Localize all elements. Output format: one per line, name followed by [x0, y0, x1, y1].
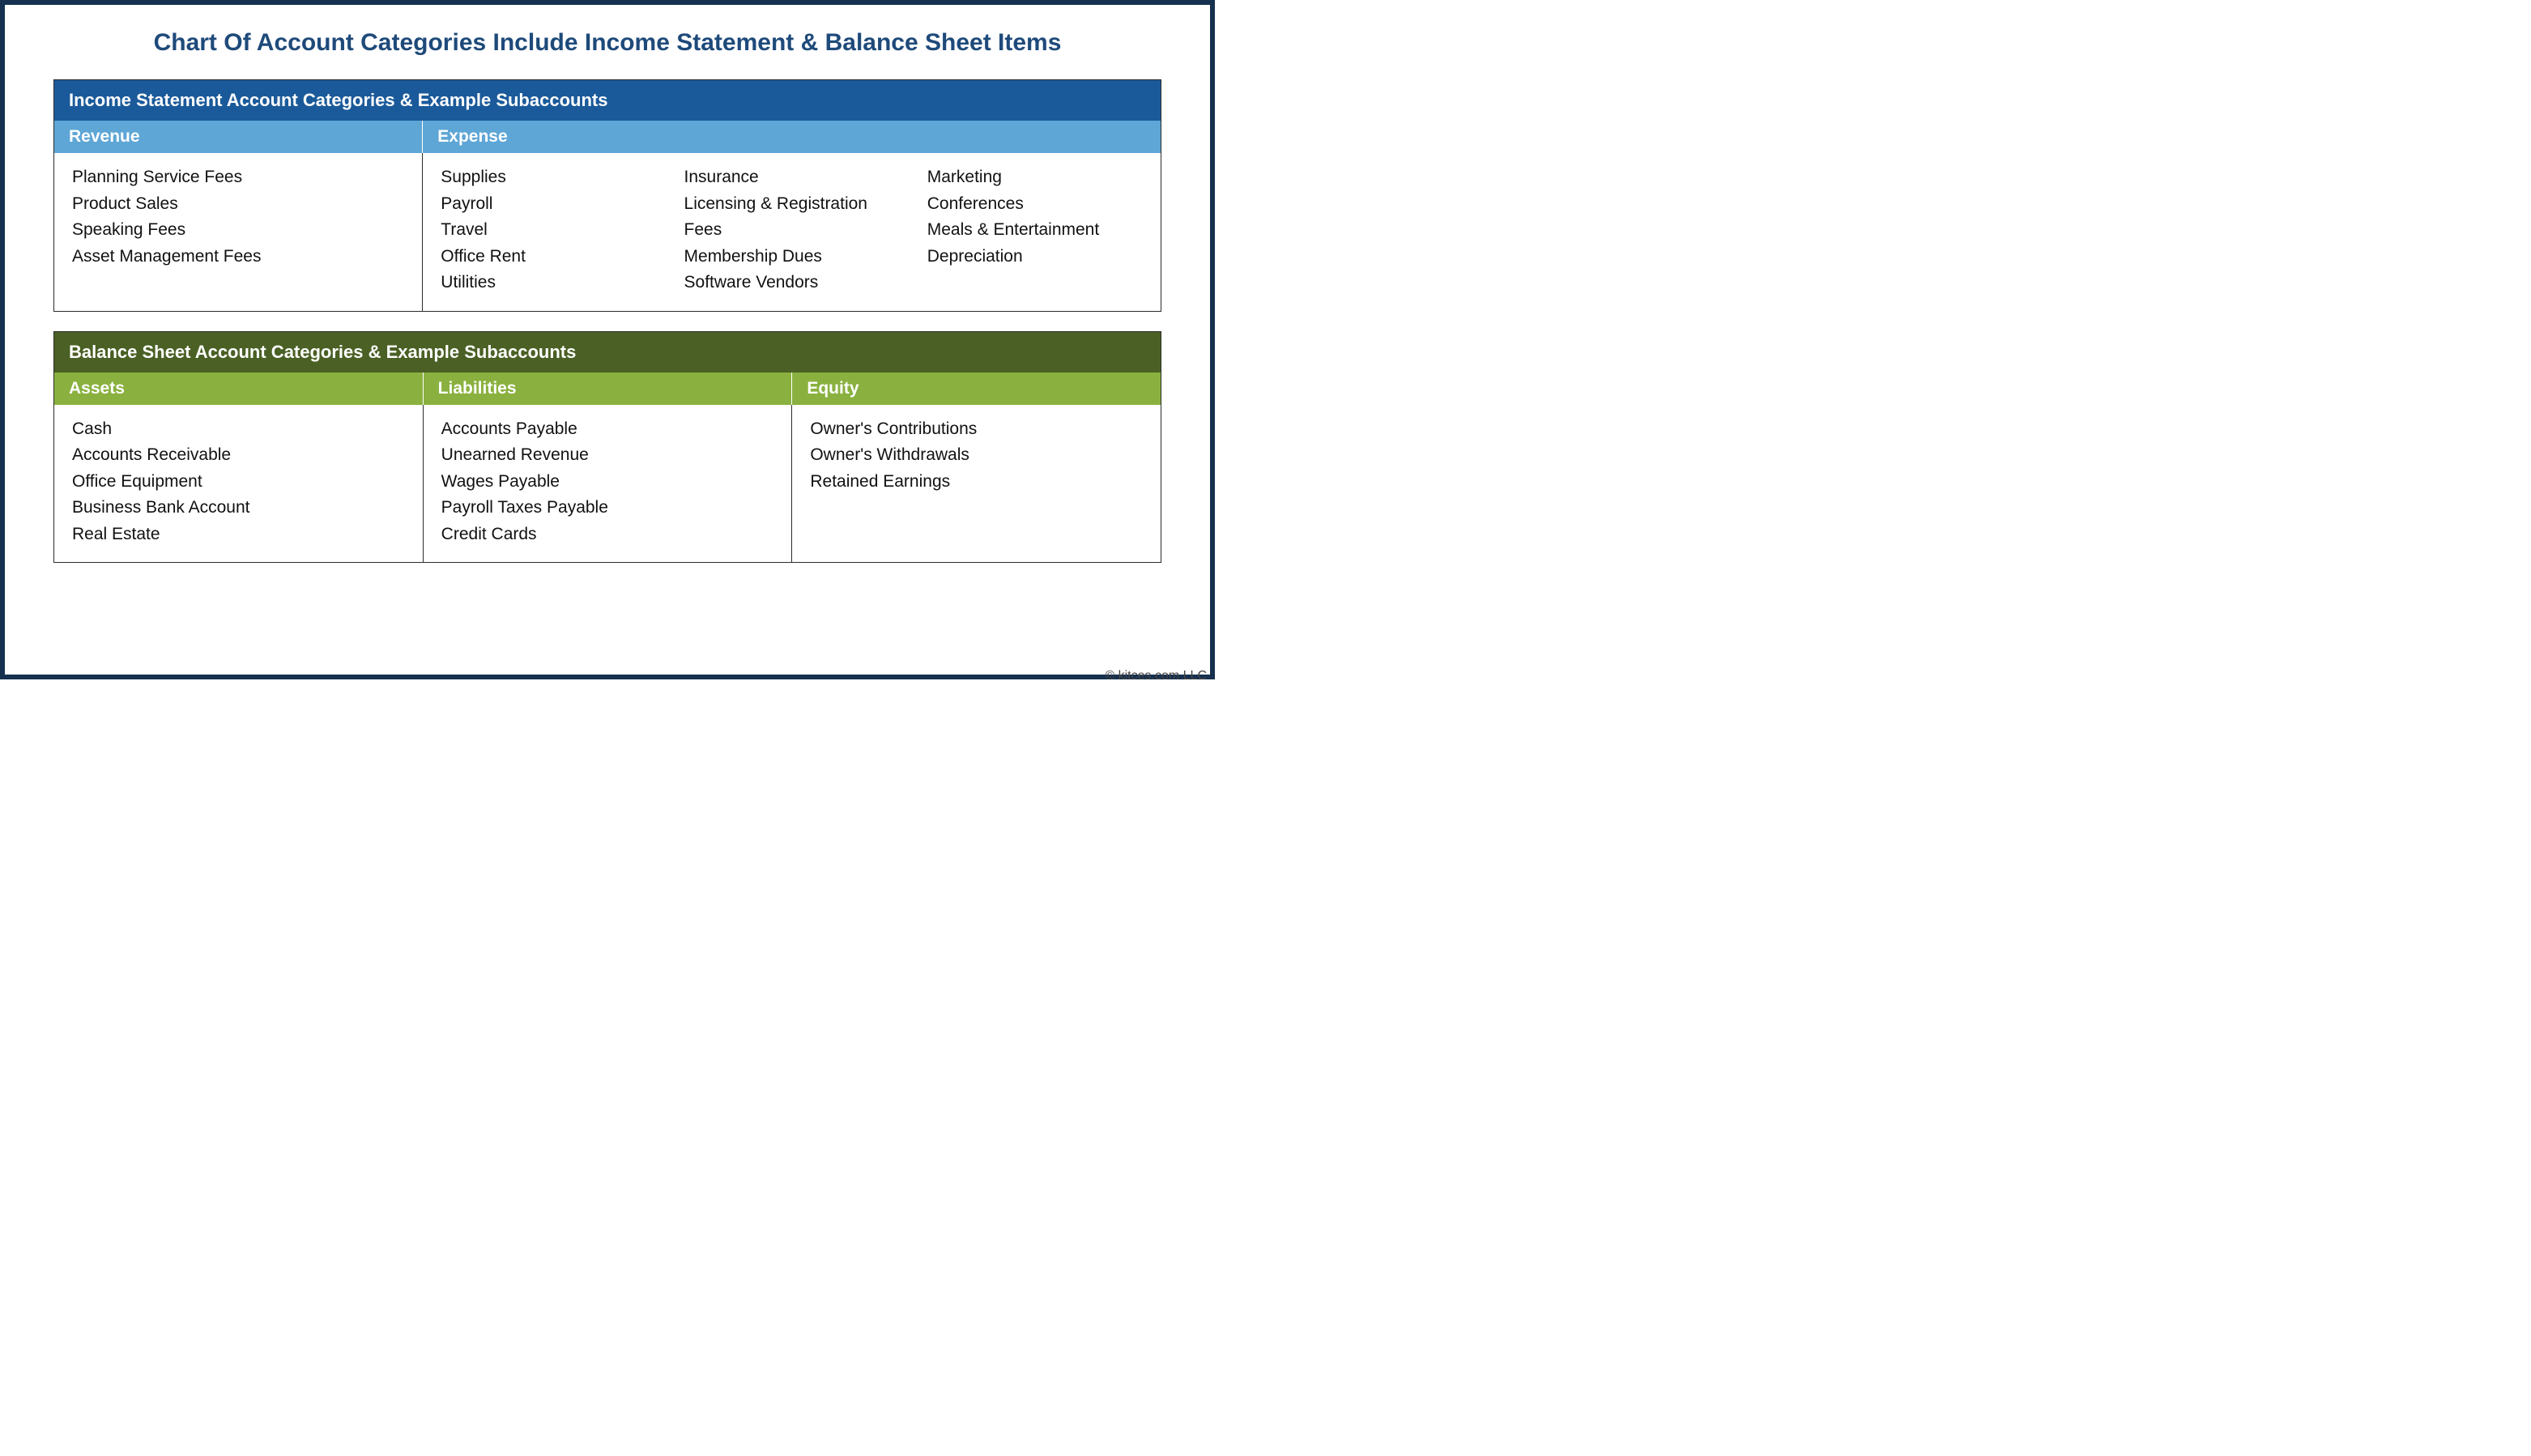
list-item: Real Estate — [72, 522, 408, 548]
list-item: Utilities — [441, 270, 659, 296]
balance-sheet-subheader-row: Assets Liabilities Equity — [54, 373, 1161, 405]
list-item: Payroll — [441, 191, 659, 218]
income-statement-header: Income Statement Account Categories & Ex… — [54, 80, 1161, 121]
list-item: Product Sales — [72, 191, 407, 218]
list-item: Owner's Withdrawals — [810, 442, 1146, 469]
list-item: Conferences — [927, 191, 1146, 218]
list-item: Retained Earnings — [810, 469, 1146, 496]
list-item: Marketing — [927, 164, 1146, 191]
list-item: Payroll Taxes Payable — [441, 495, 778, 522]
list-item: Credit Cards — [441, 522, 778, 548]
liabilities-subheader: Liabilities — [424, 373, 793, 405]
list-item: Travel — [441, 217, 659, 244]
list-item: Licensing & Registration Fees — [684, 191, 903, 244]
list-item: Software Vendors — [684, 270, 903, 296]
page-title: Chart Of Account Categories Include Inco… — [53, 29, 1161, 57]
expense-col-2: Insurance Licensing & Registration Fees … — [684, 164, 903, 296]
assets-cell: Cash Accounts Receivable Office Equipmen… — [54, 405, 424, 563]
liabilities-cell: Accounts Payable Unearned Revenue Wages … — [424, 405, 793, 563]
list-item: Owner's Contributions — [810, 416, 1146, 443]
list-item: Accounts Receivable — [72, 442, 408, 469]
list-item: Accounts Payable — [441, 416, 778, 443]
list-item: Business Bank Account — [72, 495, 408, 522]
revenue-cell: Planning Service Fees Product Sales Spea… — [54, 153, 423, 311]
list-item: Wages Payable — [441, 469, 778, 496]
list-item: Speaking Fees — [72, 217, 407, 244]
list-item: Membership Dues — [684, 244, 903, 270]
document-frame: Chart Of Account Categories Include Inco… — [0, 0, 1215, 679]
list-item: Office Equipment — [72, 469, 408, 496]
list-item: Office Rent — [441, 244, 659, 270]
balance-sheet-header: Balance Sheet Account Categories & Examp… — [54, 332, 1161, 373]
list-item: Meals & Entertainment — [927, 217, 1146, 244]
list-item: Planning Service Fees — [72, 164, 407, 191]
equity-subheader: Equity — [792, 373, 1161, 405]
income-statement-panel: Income Statement Account Categories & Ex… — [53, 79, 1161, 312]
attribution-text: © kitces.com LLC — [1105, 669, 1207, 683]
list-item: Asset Management Fees — [72, 244, 407, 270]
expense-cell: Supplies Payroll Travel Office Rent Util… — [423, 153, 1161, 311]
expense-subheader: Expense — [423, 121, 1161, 153]
balance-sheet-content: Cash Accounts Receivable Office Equipmen… — [54, 405, 1161, 563]
income-statement-content: Planning Service Fees Product Sales Spea… — [54, 153, 1161, 311]
list-item: Depreciation — [927, 244, 1146, 270]
list-item: Cash — [72, 416, 408, 443]
expense-col-1: Supplies Payroll Travel Office Rent Util… — [441, 164, 659, 296]
list-item: Supplies — [441, 164, 659, 191]
income-statement-subheader-row: Revenue Expense — [54, 121, 1161, 153]
assets-subheader: Assets — [54, 373, 424, 405]
list-item: Insurance — [684, 164, 903, 191]
equity-cell: Owner's Contributions Owner's Withdrawal… — [792, 405, 1161, 563]
revenue-subheader: Revenue — [54, 121, 423, 153]
expense-col-3: Marketing Conferences Meals & Entertainm… — [927, 164, 1146, 296]
balance-sheet-panel: Balance Sheet Account Categories & Examp… — [53, 331, 1161, 564]
list-item: Unearned Revenue — [441, 442, 778, 469]
